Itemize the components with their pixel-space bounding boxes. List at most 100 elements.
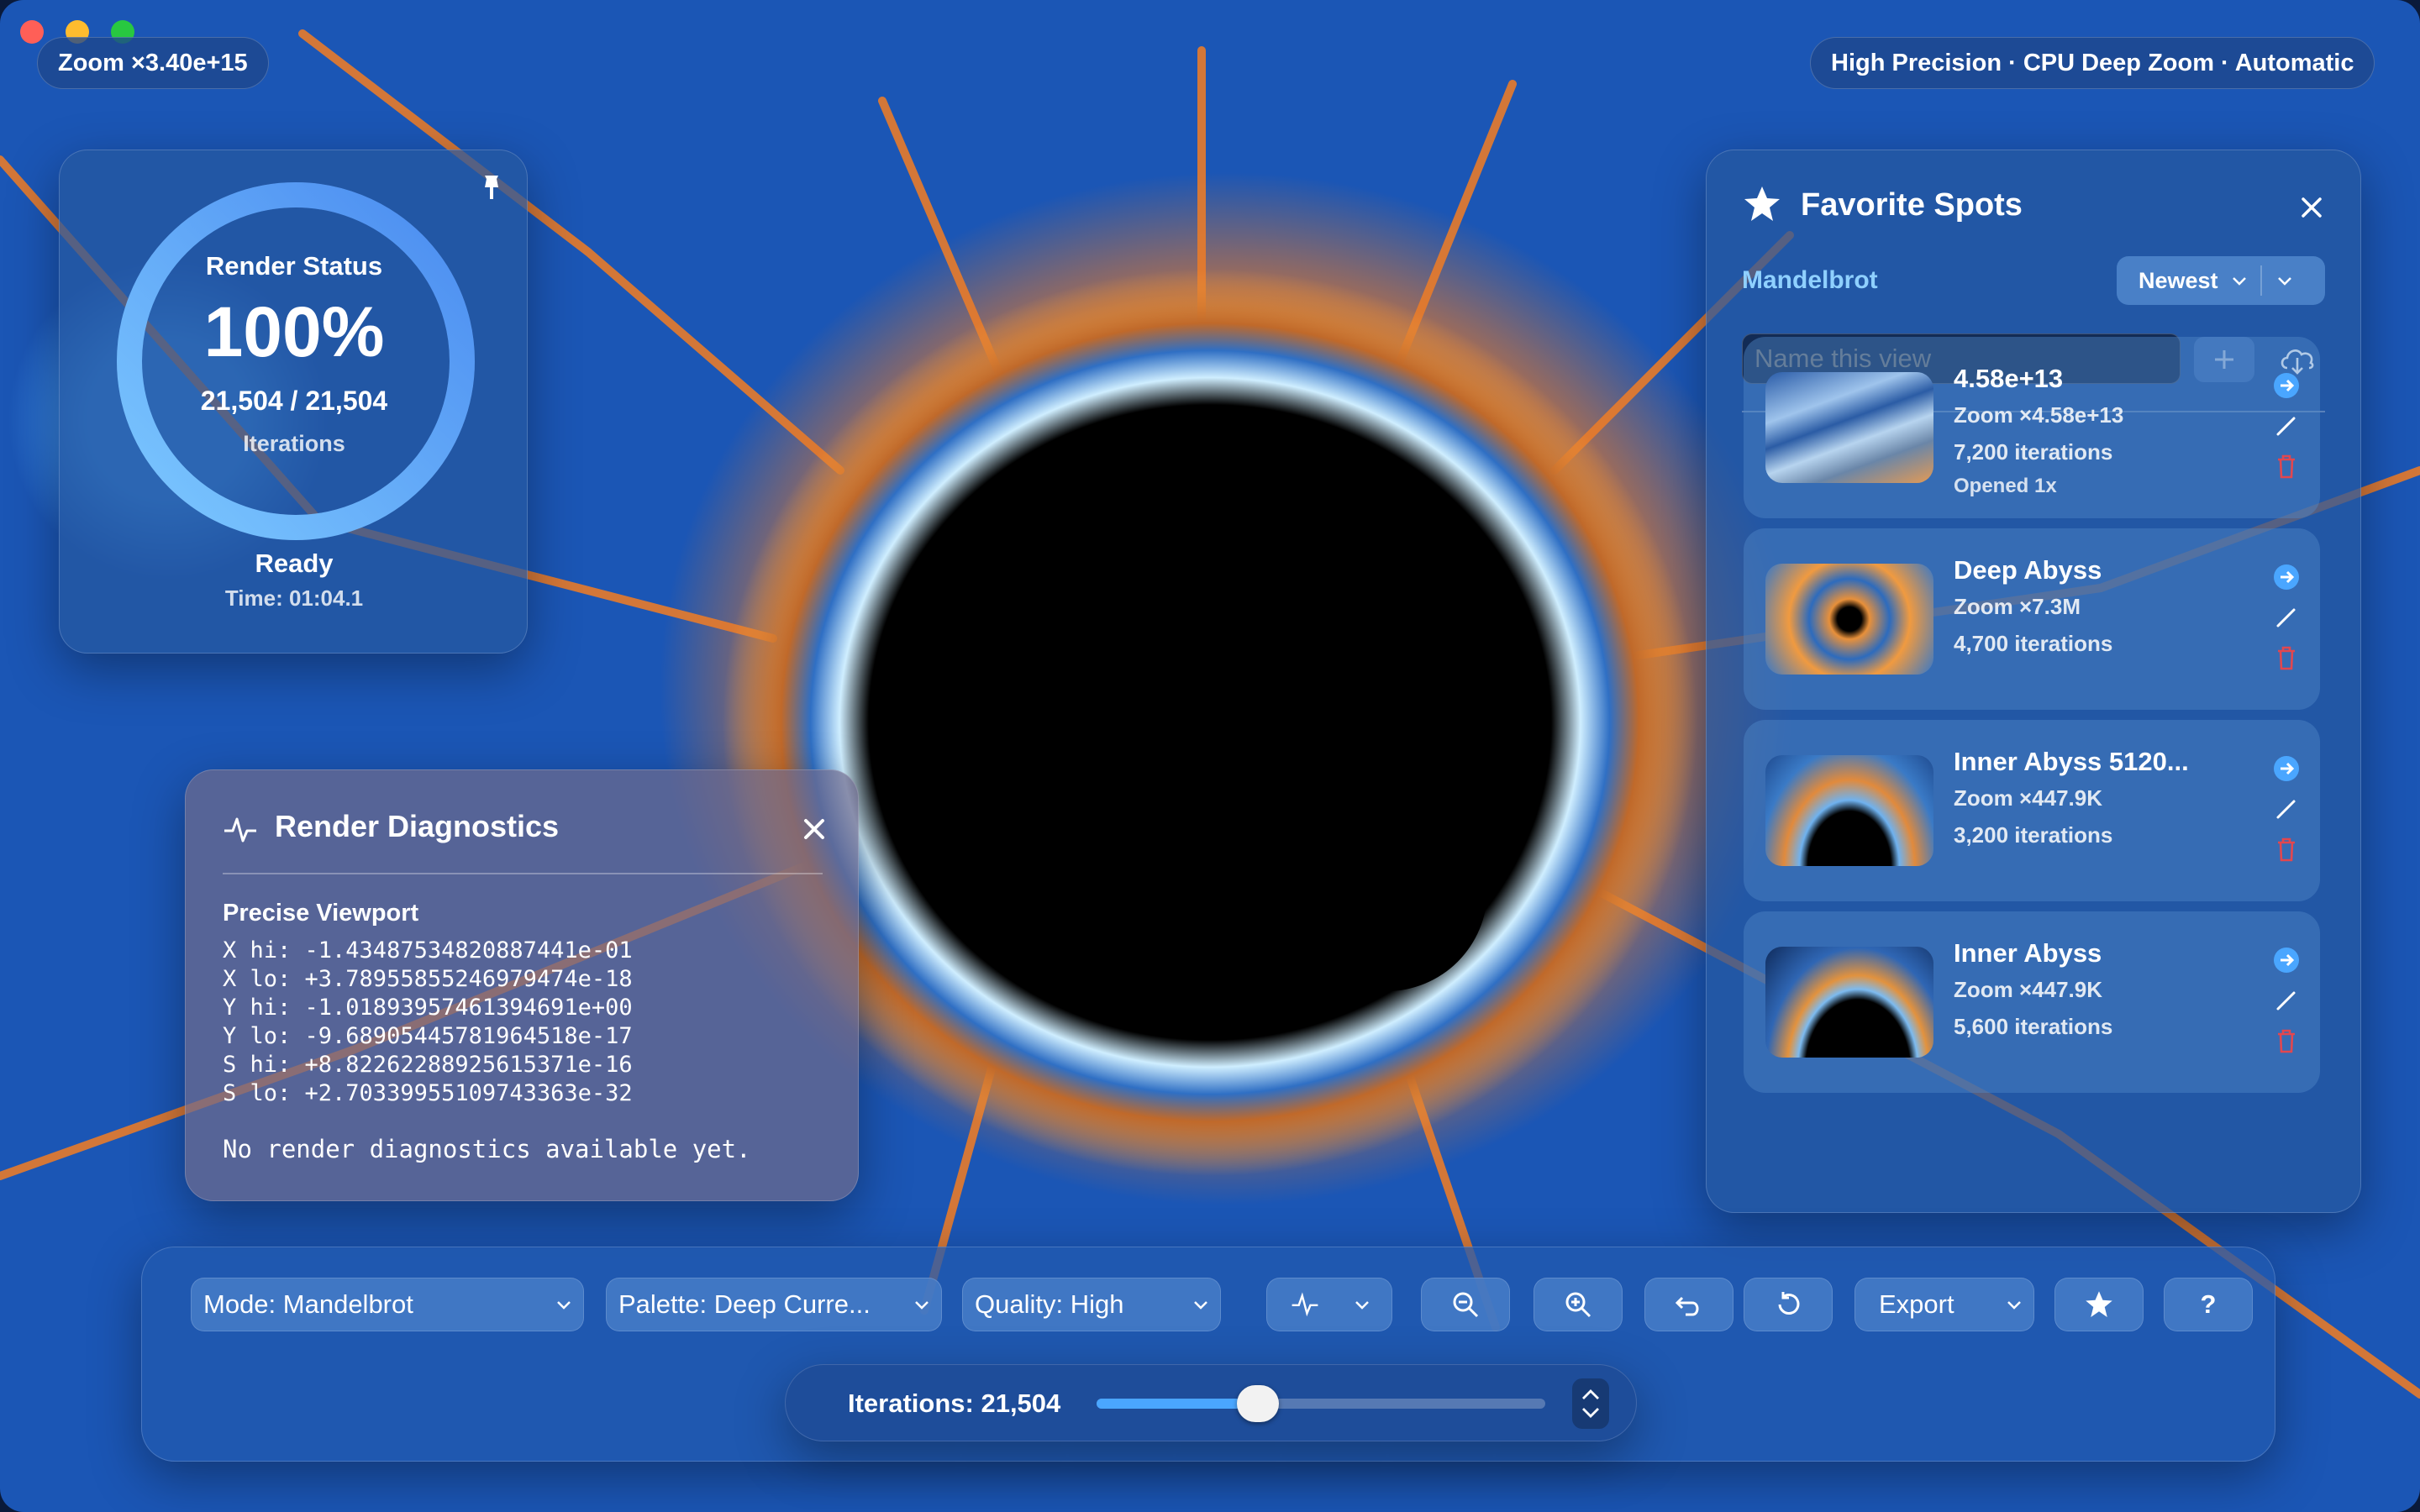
close-window-button[interactable] xyxy=(20,20,44,44)
rename-favorite-button[interactable] xyxy=(2271,411,2302,441)
favorite-iterations: 5,600 iterations xyxy=(1954,1014,2113,1039)
trash-icon xyxy=(2278,1029,2295,1053)
pulse-icon xyxy=(224,817,256,843)
go-to-favorite-button[interactable] xyxy=(2271,945,2302,975)
chevron-up-icon xyxy=(1582,1389,1599,1399)
quality-dropdown-value: Quality: High xyxy=(975,1289,1124,1319)
iterations-label: Iterations xyxy=(243,431,345,456)
favorite-button[interactable] xyxy=(2054,1278,2144,1331)
favorite-item[interactable]: Deep Abyss Zoom ×7.3M 4,700 iterations xyxy=(1744,528,2320,710)
favorite-thumbnail xyxy=(1765,755,1933,866)
star-icon xyxy=(2086,1291,2112,1317)
zoom-out-icon xyxy=(1453,1292,1479,1318)
delete-favorite-button[interactable] xyxy=(2271,643,2302,673)
iterations-label: Iterations: 21,504 xyxy=(848,1389,1061,1418)
go-to-favorite-button[interactable] xyxy=(2271,562,2302,592)
favorite-name: Deep Abyss xyxy=(1954,555,2102,585)
delete-favorite-button[interactable] xyxy=(2271,1026,2302,1056)
render-mode-readout: High Precision · CPU Deep Zoom · Automat… xyxy=(1810,37,2375,89)
favorites-title: Favorite Spots xyxy=(1801,187,2023,223)
render-status-card: Render Status 100% 21,504 / 21,504 Itera… xyxy=(59,150,528,654)
diagnostics-title: Render Diagnostics xyxy=(275,809,560,843)
go-to-favorite-button[interactable] xyxy=(2271,753,2302,784)
trash-icon xyxy=(2278,837,2295,862)
pencil-icon xyxy=(2276,991,2296,1011)
render-time: Time: 01:04.1 xyxy=(224,585,364,611)
undo-icon xyxy=(1675,1296,1699,1316)
favorite-zoom: Zoom ×4.58e+13 xyxy=(1954,402,2124,428)
render-diagnostics-panel: Render Diagnostics Precise Viewport X hi… xyxy=(185,769,859,1201)
rename-favorite-button[interactable] xyxy=(2271,985,2302,1016)
favorite-zoom: Zoom ×447.9K xyxy=(1954,977,2103,1002)
render-status-title: Render Status xyxy=(205,251,383,281)
favorite-thumbnail xyxy=(1765,372,1933,483)
iterations-slider-thumb[interactable] xyxy=(1237,1385,1280,1422)
close-icon xyxy=(804,819,824,839)
zoom-in-button[interactable] xyxy=(1534,1278,1623,1331)
close-diagnostics-button[interactable] xyxy=(799,814,829,844)
pencil-icon xyxy=(2276,417,2296,436)
star-icon xyxy=(1744,186,1780,221)
zoom-in-icon xyxy=(1565,1292,1591,1318)
rename-favorite-button[interactable] xyxy=(2271,602,2302,633)
favorite-thumbnail xyxy=(1765,947,1933,1058)
favorite-item[interactable]: 4.58e+13 Zoom ×4.58e+13 7,200 iterations… xyxy=(1744,337,2320,518)
close-favorites-button[interactable] xyxy=(2296,192,2327,223)
favorite-name: 4.58e+13 xyxy=(1954,364,2064,393)
help-button[interactable]: ? xyxy=(2164,1278,2253,1331)
export-dropdown[interactable]: Export xyxy=(1854,1278,2034,1331)
trash-icon xyxy=(2278,646,2295,670)
delete-favorite-button[interactable] xyxy=(2271,834,2302,864)
export-dropdown-label: Export xyxy=(1879,1289,1954,1319)
favorite-spots-panel: Favorite Spots Mandelbrot Newest 4.58e+1… xyxy=(1706,150,2361,1213)
render-percent: 100% xyxy=(203,292,385,371)
sort-dropdown-value: Newest xyxy=(2139,267,2218,293)
reset-view-button[interactable] xyxy=(1744,1278,1833,1331)
iterations-control: Iterations: 21,504 xyxy=(785,1364,1637,1441)
pulse-icon xyxy=(1292,1292,1318,1317)
viewport-values: X hi: -1.43487534820887441e-01 X lo: +3.… xyxy=(223,937,633,1108)
rename-favorite-button[interactable] xyxy=(2271,794,2302,824)
diagnostics-menu-button[interactable] xyxy=(1266,1278,1392,1331)
chevron-down-icon xyxy=(1582,1408,1599,1418)
mode-dropdown[interactable]: Mode: Mandelbrot xyxy=(191,1278,584,1331)
viewport-section-title: Precise Viewport xyxy=(223,900,419,927)
render-state: Ready xyxy=(255,549,334,578)
palette-dropdown[interactable]: Palette: Deep Curre... xyxy=(606,1278,942,1331)
iterations-slider[interactable] xyxy=(1097,1385,1545,1422)
favorite-iterations: 3,200 iterations xyxy=(1954,822,2113,848)
fractal-filter-link[interactable]: Mandelbrot xyxy=(1742,266,1878,295)
pin-button[interactable] xyxy=(475,171,508,204)
zoom-out-button[interactable] xyxy=(1421,1278,1510,1331)
undo-button[interactable] xyxy=(1644,1278,1733,1331)
arrow-right-circle-icon xyxy=(2274,564,2299,590)
palette-dropdown-value: Palette: Deep Curre... xyxy=(618,1289,871,1319)
favorite-item[interactable]: Inner Abyss Zoom ×447.9K 5,600 iteration… xyxy=(1744,911,2320,1093)
pin-icon xyxy=(485,176,498,199)
chevron-down-icon xyxy=(1355,1301,1369,1310)
favorite-item[interactable]: Inner Abyss 5120... Zoom ×447.9K 3,200 i… xyxy=(1744,720,2320,901)
sort-dropdown[interactable]: Newest xyxy=(2117,256,2325,305)
viewport-line: X lo: +3.78955855246979474e-18 xyxy=(223,966,633,992)
go-to-favorite-button[interactable] xyxy=(2271,370,2302,401)
arrow-right-circle-icon xyxy=(2274,373,2299,398)
trash-icon xyxy=(2278,454,2295,479)
close-icon xyxy=(2302,197,2322,218)
delete-favorite-button[interactable] xyxy=(2271,451,2302,481)
iterations-stepper[interactable] xyxy=(1572,1378,1609,1429)
chevron-down-icon xyxy=(2007,1301,2021,1310)
chevron-down-icon xyxy=(2277,277,2291,286)
help-button-label: ? xyxy=(2200,1289,2217,1319)
diagnostics-empty-message: No render diagnostics available yet. xyxy=(223,1135,751,1163)
quality-dropdown[interactable]: Quality: High xyxy=(962,1278,1221,1331)
iterations-slider-fill xyxy=(1097,1399,1259,1409)
viewport-line: Y hi: -1.01893957461394691e+00 xyxy=(223,995,633,1021)
arrow-right-circle-icon xyxy=(2274,948,2299,973)
favorite-name: Inner Abyss xyxy=(1954,938,2102,968)
arrow-right-circle-icon xyxy=(2274,756,2299,781)
viewport-line: S lo: +2.70339955109743363e-32 xyxy=(223,1080,633,1106)
favorite-name: Inner Abyss 5120... xyxy=(1954,747,2189,776)
favorite-opened-count: Opened 1x xyxy=(1954,475,2057,497)
pencil-icon xyxy=(2276,608,2296,627)
favorite-iterations: 4,700 iterations xyxy=(1954,631,2113,656)
